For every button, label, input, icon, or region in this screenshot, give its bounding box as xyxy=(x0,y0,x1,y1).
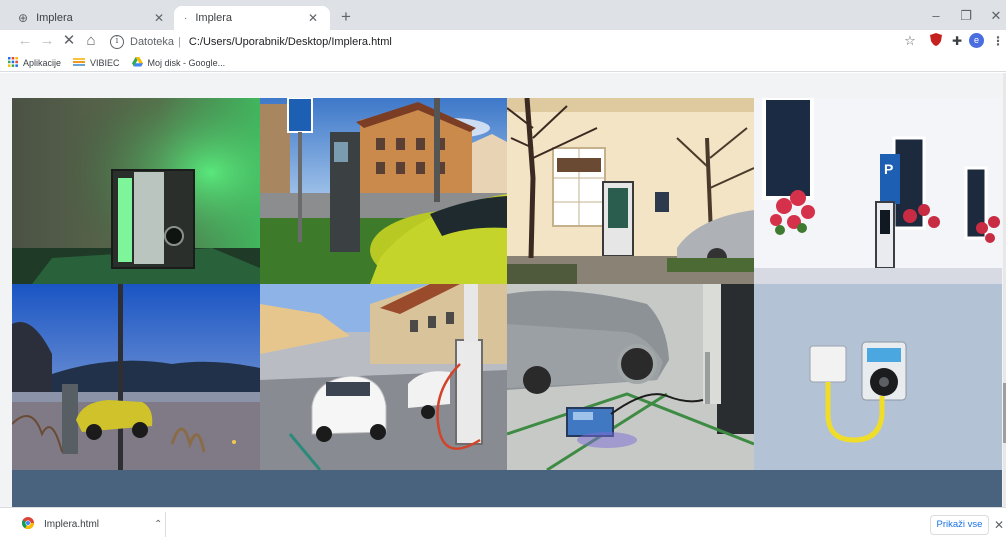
shield-extension-icon[interactable] xyxy=(928,33,944,49)
download-item[interactable]: Implera.html ⌃ xyxy=(21,513,162,535)
loading-dot-icon: · xyxy=(184,12,188,24)
close-window-button[interactable]: ✕ xyxy=(982,6,1006,26)
gallery-photo-charger-dusk[interactable] xyxy=(12,284,260,470)
address-bar[interactable]: i Datoteka | C:/Users/Uporabnik/Desktop/… xyxy=(104,31,922,52)
tab-title: Implera xyxy=(195,12,233,24)
google-drive-icon xyxy=(131,56,143,69)
apps-grid-icon xyxy=(8,56,18,69)
back-button[interactable]: ← xyxy=(14,30,36,52)
address-url: C:/Users/Uporabnik/Desktop/Implera.html xyxy=(188,35,392,48)
bookmark-apps[interactable]: Aplikacije xyxy=(8,56,62,69)
chrome-file-icon xyxy=(21,516,34,532)
download-divider xyxy=(165,512,166,537)
restore-button[interactable]: ❐ xyxy=(952,6,980,26)
gallery-photo-charging-street-fiat[interactable] xyxy=(260,284,507,470)
bookmark-label: VIBIEC xyxy=(90,57,120,68)
address-scheme-label: Datoteka xyxy=(130,35,175,48)
forward-button[interactable]: → xyxy=(36,30,58,52)
bookmark-star-icon[interactable]: ☆ xyxy=(902,33,918,49)
profile-initial: e xyxy=(969,33,984,48)
chevron-up-icon[interactable]: ⌃ xyxy=(154,519,162,530)
bookmarks-bar: Aplikacije VIBIEC Moj disk - Google... xyxy=(0,54,1006,72)
bookmark-label: Aplikacije xyxy=(23,57,62,68)
close-tab-icon[interactable]: ✕ xyxy=(152,11,166,25)
tab-title: Implera xyxy=(36,12,73,24)
bookmark-label: Moj disk - Google... xyxy=(147,57,226,68)
gallery-photo-parking-sign-flowers[interactable]: P xyxy=(754,98,1002,284)
info-icon[interactable]: i xyxy=(110,34,124,49)
bookmark-google-drive[interactable]: Moj disk - Google... xyxy=(131,56,226,69)
gallery-photo-charging-kiosk-facade[interactable] xyxy=(507,98,754,284)
gallery-photo-charger-green[interactable] xyxy=(12,98,260,284)
minimize-button[interactable]: – xyxy=(922,6,950,26)
close-tab-icon[interactable]: ✕ xyxy=(306,11,320,25)
show-all-button[interactable]: Prikaži vse xyxy=(930,515,989,535)
download-filename: Implera.html xyxy=(44,518,100,530)
new-tab-button[interactable]: + xyxy=(336,7,356,27)
page-footer xyxy=(12,470,1002,507)
profile-avatar[interactable]: e xyxy=(969,33,985,49)
gallery-photo-grey-car-test-box[interactable] xyxy=(507,284,754,470)
extensions-puzzle-icon[interactable]: ✚ xyxy=(949,33,965,49)
vibiec-icon xyxy=(73,57,86,68)
bookmark-vibiec[interactable]: VIBIEC xyxy=(73,57,120,68)
gallery-photo-wallbox-yellow-cable[interactable] xyxy=(754,284,1002,470)
tab-implera-1[interactable]: ⊕ Implera ✕ xyxy=(8,6,176,30)
address-separator: | xyxy=(178,35,181,48)
home-button[interactable]: ⌂ xyxy=(80,30,102,52)
globe-icon: ⊕ xyxy=(18,11,29,25)
menu-dots-icon[interactable]: ⋮ xyxy=(990,33,1006,49)
photo-gallery: P xyxy=(12,98,1002,470)
gallery-photo-charging-station-town[interactable] xyxy=(260,98,507,284)
stop-button[interactable]: ✕ xyxy=(58,30,80,52)
tab-implera-2[interactable]: · Implera ✕ xyxy=(174,6,330,30)
svg-text:P: P xyxy=(884,161,893,177)
close-download-bar-icon[interactable]: ✕ xyxy=(992,515,1006,535)
